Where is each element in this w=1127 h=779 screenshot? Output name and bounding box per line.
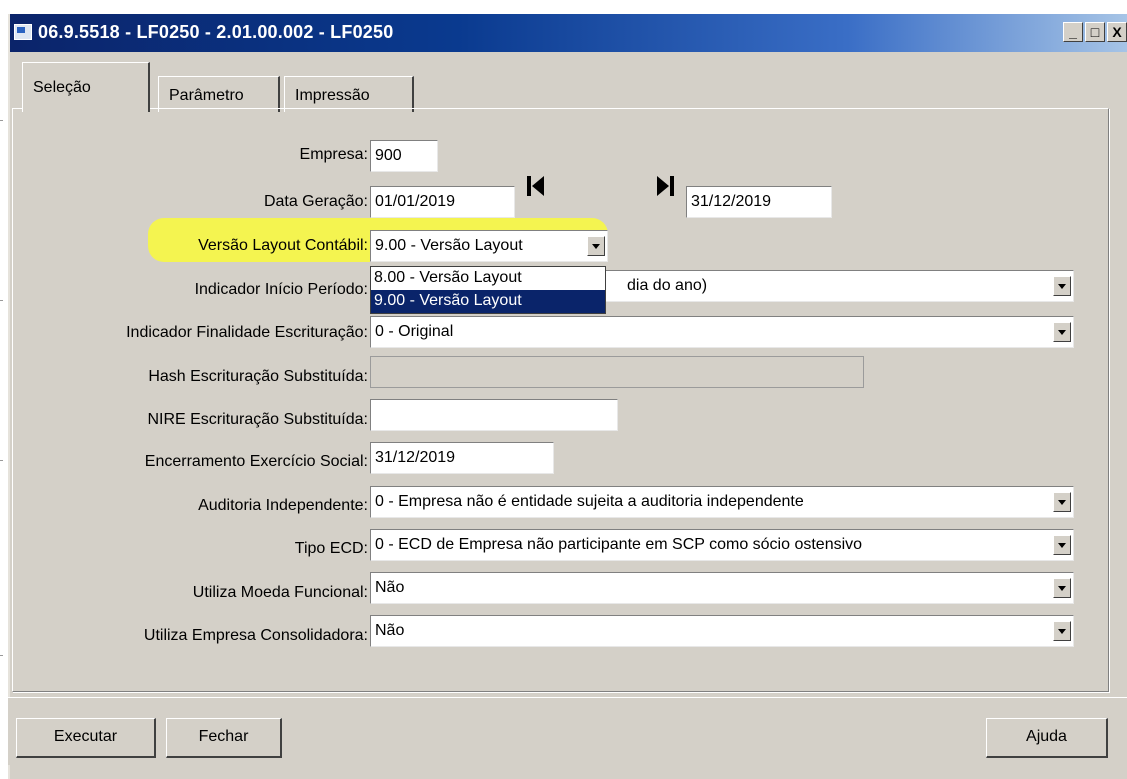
- auditoria-value: 0 - Empresa não é entidade sujeita a aud…: [375, 493, 804, 510]
- maximize-button[interactable]: □: [1085, 22, 1105, 42]
- indicador-finalidade-value: 0 - Original: [375, 323, 454, 340]
- moeda-funcional-select[interactable]: Não: [370, 572, 1074, 604]
- empresa-consolidadora-select[interactable]: Não: [370, 615, 1074, 647]
- versao-layout-select[interactable]: 9.00 - Versão Layout: [370, 230, 608, 262]
- auditoria-label: Auditoria Independente:: [198, 497, 368, 514]
- tab-impressao[interactable]: Impressão: [284, 76, 414, 112]
- nire-escrituracao-input[interactable]: [370, 399, 618, 431]
- ajuda-button[interactable]: Ajuda: [986, 718, 1108, 758]
- tab-selecao[interactable]: Seleção: [22, 62, 150, 112]
- chevron-down-icon[interactable]: [1053, 621, 1071, 641]
- empresa-label: Empresa:: [299, 146, 368, 163]
- window-title: 06.9.5518 - LF0250 - 2.01.00.002 - LF025…: [38, 22, 394, 42]
- tipo-ecd-label: Tipo ECD:: [294, 540, 368, 557]
- empresa-input[interactable]: 900: [370, 140, 438, 172]
- moeda-funcional-label: Utiliza Moeda Funcional:: [192, 584, 368, 601]
- skip-to-end-icon[interactable]: [654, 174, 678, 198]
- tipo-ecd-select[interactable]: 0 - ECD de Empresa não participante em S…: [370, 529, 1074, 561]
- chevron-down-icon[interactable]: [1053, 322, 1071, 342]
- moeda-funcional-value: Não: [375, 579, 405, 596]
- hash-escrituracao-label: Hash Escrituração Substituída:: [148, 368, 368, 385]
- tab-parametro[interactable]: Parâmetro: [158, 76, 280, 112]
- app-icon: [14, 24, 32, 40]
- dropdown-option[interactable]: 8.00 - Versão Layout: [371, 267, 605, 290]
- indicador-inicio-value: dia do ano): [627, 277, 708, 294]
- skip-to-start-icon[interactable]: [524, 174, 548, 198]
- indicador-finalidade-label: Indicador Finalidade Escrituração:: [126, 324, 368, 341]
- data-geracao-from-input[interactable]: 01/01/2019: [370, 186, 515, 218]
- versao-layout-label: Versão Layout Contábil:: [198, 237, 368, 254]
- indicador-inicio-label: Indicador Início Período:: [194, 281, 368, 298]
- hash-escrituracao-input: [370, 356, 864, 388]
- versao-layout-options: 8.00 - Versão Layout 9.00 - Versão Layou…: [370, 266, 606, 314]
- auditoria-select[interactable]: 0 - Empresa não é entidade sujeita a aud…: [370, 486, 1074, 518]
- indicador-finalidade-select[interactable]: 0 - Original: [370, 316, 1074, 348]
- title-bar[interactable]: 06.9.5518 - LF0250 - 2.01.00.002 - LF025…: [10, 14, 1127, 52]
- versao-layout-value: 9.00 - Versão Layout: [375, 237, 523, 254]
- empresa-consolidadora-value: Não: [375, 622, 405, 639]
- nire-escrituracao-label: NIRE Escrituração Substituída:: [147, 411, 368, 428]
- button-bar: Executar Fechar Ajuda: [8, 697, 1127, 765]
- minimize-button[interactable]: _: [1063, 22, 1083, 42]
- close-button[interactable]: X: [1107, 22, 1127, 42]
- dropdown-option-selected[interactable]: 9.00 - Versão Layout: [371, 290, 605, 313]
- data-geracao-to-input[interactable]: 31/12/2019: [686, 186, 832, 218]
- chevron-down-icon[interactable]: [1053, 535, 1071, 555]
- chevron-down-icon[interactable]: [587, 236, 605, 256]
- data-geracao-label: Data Geração:: [263, 193, 368, 210]
- chevron-down-icon[interactable]: [1053, 492, 1071, 512]
- empresa-consolidadora-label: Utiliza Empresa Consolidadora:: [143, 627, 368, 644]
- fechar-button[interactable]: Fechar: [166, 718, 282, 758]
- encerramento-input[interactable]: 31/12/2019: [370, 442, 554, 474]
- chevron-down-icon[interactable]: [1053, 578, 1071, 598]
- executar-button[interactable]: Executar: [16, 718, 156, 758]
- chevron-down-icon[interactable]: [1053, 276, 1071, 296]
- encerramento-label: Encerramento Exercício Social:: [144, 453, 368, 470]
- tipo-ecd-value: 0 - ECD de Empresa não participante em S…: [375, 536, 863, 553]
